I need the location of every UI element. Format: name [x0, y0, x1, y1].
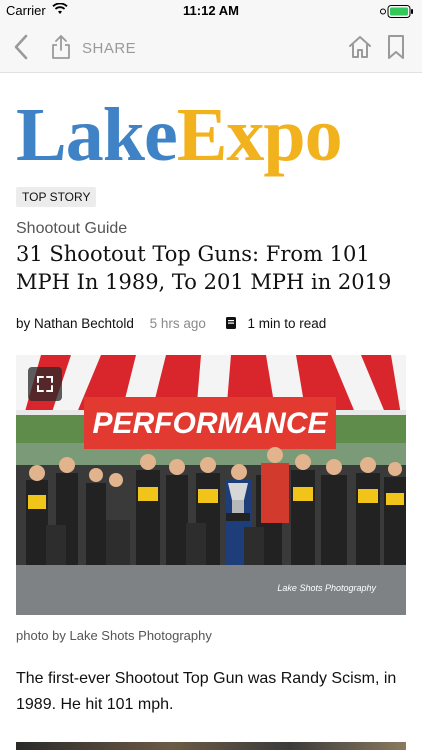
book-icon — [224, 316, 238, 330]
logo-lake: Lake — [16, 93, 178, 177]
bookmark-icon[interactable] — [386, 34, 406, 60]
home-icon[interactable] — [347, 34, 373, 60]
photo-watermark: Lake Shots Photography — [277, 583, 376, 593]
photo-banner-text: PERFORMANCE — [92, 407, 328, 440]
expand-icon[interactable] — [28, 367, 62, 401]
logo-expo: Expo — [176, 93, 343, 177]
share-icon[interactable] — [50, 34, 72, 60]
top-story-badge: TOP STORY — [16, 187, 97, 207]
article-body: The first-ever Shootout Top Gun was Rand… — [16, 670, 397, 713]
article-headline: 31 Shootout Top Guns: From 101 MPH In 19… — [16, 242, 392, 294]
next-image-preview — [16, 742, 406, 750]
clock: 11:12 AM — [183, 3, 239, 18]
nav-bar: SHARE — [0, 22, 422, 73]
share-button[interactable]: SHARE — [82, 40, 136, 57]
author-name[interactable]: by Nathan Bechtold — [16, 316, 134, 331]
article-category[interactable]: Shootout Guide — [16, 220, 127, 238]
article-photo[interactable]: PERFORMANCE Lake Shots Photography — [16, 355, 406, 615]
photo-illustration: PERFORMANCE — [16, 355, 406, 615]
read-time: 1 min to read — [247, 316, 327, 331]
back-chevron-icon[interactable] — [10, 33, 34, 61]
battery-icon — [380, 5, 414, 21]
lake-expo-logo: LakeExpo — [16, 90, 406, 190]
photo-caption: photo by Lake Shots Photography — [16, 628, 212, 643]
status-bar: Carrier 11:12 AM — [0, 0, 422, 22]
time-ago: 5 hrs ago — [149, 316, 206, 331]
byline: by Nathan Bechtold 5 hrs ago 1 min to re… — [16, 316, 326, 331]
